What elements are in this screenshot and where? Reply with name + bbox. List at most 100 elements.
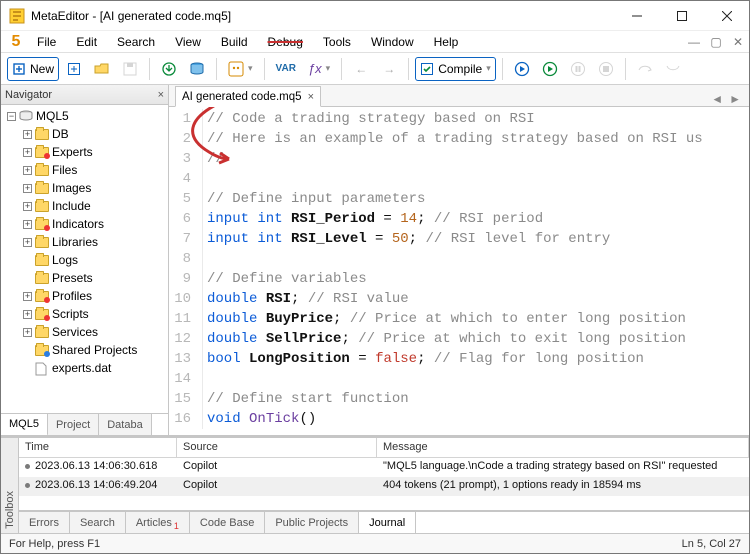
nav-tab-project[interactable]: Project (48, 414, 99, 435)
navigator-close-icon[interactable]: × (158, 89, 164, 101)
window-title: MetaEditor - [AI generated code.mq5] (31, 9, 614, 23)
tree-item[interactable]: +Services (3, 323, 168, 341)
menubar: 5 File Edit Search View Build Debug Tool… (1, 31, 749, 53)
fx-button[interactable]: ƒx▾ (303, 57, 335, 81)
tab-codebase[interactable]: Code Base (190, 512, 265, 533)
compile-label: Compile (438, 62, 482, 76)
table-header: Time Source Message (19, 438, 749, 458)
nav-tab-mql5[interactable]: MQL5 (1, 414, 48, 436)
tree-item[interactable]: +Profiles (3, 287, 168, 305)
journal-table: Time Source Message 2023.06.13 14:06:30.… (19, 438, 749, 511)
folder-icon (35, 183, 49, 194)
tab-errors[interactable]: Errors (19, 512, 70, 533)
tree-item[interactable]: +Include (3, 197, 168, 215)
storage-button[interactable] (184, 57, 210, 81)
close-button[interactable] (704, 1, 749, 30)
folder-icon (35, 291, 49, 302)
compile-button[interactable]: Compile ▾ (415, 57, 496, 81)
navigator-panel: Navigator × − MQL5 +DB +Experts +Files +… (1, 85, 169, 435)
editor-tabs: AI generated code.mq5 × ◄ ► (169, 85, 749, 107)
menu-window[interactable]: Window (361, 31, 424, 52)
status-bar: For Help, press F1 Ln 5, Col 27 (1, 533, 749, 553)
tree-item[interactable]: +Scripts (3, 305, 168, 323)
navigator-tree[interactable]: − MQL5 +DB +Experts +Files +Images +Incl… (1, 105, 168, 413)
minimize-button[interactable] (614, 1, 659, 30)
tree-item[interactable]: +DB (3, 125, 168, 143)
tree-item[interactable]: +Experts (3, 143, 168, 161)
tab-articles[interactable]: Articles1 (126, 512, 190, 533)
run-button[interactable] (537, 57, 563, 81)
navigator-header: Navigator × (1, 85, 168, 105)
folder-icon (35, 273, 49, 284)
tree-item[interactable]: +Libraries (3, 233, 168, 251)
table-row[interactable]: 2023.06.13 14:06:30.618 Copilot "MQL5 la… (19, 458, 749, 477)
tree-root-label: MQL5 (36, 109, 69, 123)
mdi-minimize-icon[interactable]: — (683, 31, 705, 52)
mdi-close-icon[interactable]: ✕ (727, 31, 749, 52)
menu-debug[interactable]: Debug (258, 31, 313, 52)
menu-search[interactable]: Search (107, 31, 165, 52)
menu-view[interactable]: View (165, 31, 211, 52)
menu-tools[interactable]: Tools (313, 31, 361, 52)
tree-item[interactable]: +Presets (3, 269, 168, 287)
menu-build[interactable]: Build (211, 31, 258, 52)
folder-icon (35, 147, 49, 158)
folder-icon (35, 237, 49, 248)
editor-panel: AI generated code.mq5 × ◄ ► 1// Code a tr… (169, 85, 749, 435)
menu-file[interactable]: File (27, 31, 66, 52)
tab-scroll-right-icon[interactable]: ► (729, 92, 741, 106)
debug-start-button[interactable] (509, 57, 535, 81)
nav-fwd-button[interactable]: → (376, 57, 402, 81)
step-over-button[interactable] (632, 57, 658, 81)
nav-tab-database[interactable]: Databa (99, 414, 151, 435)
code-editor[interactable]: 1// Code a trading strategy based on RSI… (169, 107, 749, 435)
col-time[interactable]: Time (19, 438, 177, 458)
editor-tab-label: AI generated code.mq5 (182, 91, 302, 103)
app-icon (9, 8, 25, 24)
tree-item[interactable]: +Indicators (3, 215, 168, 233)
tree-item[interactable]: +Logs (3, 251, 168, 269)
tree-item[interactable]: +Files (3, 161, 168, 179)
open-button[interactable] (89, 57, 115, 81)
folder-icon (35, 255, 49, 266)
tree-item[interactable]: +experts.dat (3, 359, 168, 377)
tab-public-projects[interactable]: Public Projects (265, 512, 359, 533)
editor-tab[interactable]: AI generated code.mq5 × (175, 86, 321, 107)
folder-icon (35, 165, 49, 176)
tree-root[interactable]: − MQL5 (3, 107, 168, 125)
file-icon (35, 362, 49, 374)
navigator-tabs: MQL5 Project Databa (1, 413, 168, 435)
tab-close-icon[interactable]: × (308, 91, 314, 103)
toolbox-handle[interactable]: Toolbox (1, 438, 19, 533)
bottom-panel: Toolbox Time Source Message 2023.06.13 1… (1, 435, 749, 533)
col-source[interactable]: Source (177, 438, 377, 458)
app-logo-icon: 5 (5, 31, 27, 52)
tab-scroll-left-icon[interactable]: ◄ (711, 92, 723, 106)
stop-button[interactable] (593, 57, 619, 81)
menu-edit[interactable]: Edit (66, 31, 107, 52)
new-plus-button[interactable] (61, 57, 87, 81)
folder-icon (35, 327, 49, 338)
save-button[interactable] (117, 57, 143, 81)
menu-help[interactable]: Help (424, 31, 469, 52)
new-button[interactable]: New (7, 57, 59, 81)
tab-journal[interactable]: Journal (359, 512, 416, 533)
download-button[interactable] (156, 57, 182, 81)
pause-button[interactable] (565, 57, 591, 81)
col-message[interactable]: Message (377, 438, 749, 458)
folder-icon (35, 129, 49, 140)
main-area: Navigator × − MQL5 +DB +Experts +Files +… (1, 85, 749, 435)
step-into-button[interactable] (660, 57, 686, 81)
nav-back-button[interactable]: ← (348, 57, 374, 81)
copilot-button[interactable]: ▾ (223, 57, 258, 81)
tree-item[interactable]: +Shared Projects (3, 341, 168, 359)
folder-icon (35, 201, 49, 212)
new-label: New (30, 62, 54, 76)
tab-search[interactable]: Search (70, 512, 126, 533)
var-button[interactable]: VAR (271, 57, 301, 81)
maximizeeutton[interactable] (659, 1, 704, 30)
table-row[interactable]: 2023.06.13 14:06:49.204 Copilot 404 toke… (19, 477, 749, 496)
tree-item[interactable]: +Images (3, 179, 168, 197)
mdi-restore-icon[interactable]: ▢ (705, 31, 727, 52)
toolbar: New ▾ VAR ƒx▾ ← → Compile ▾ (1, 53, 749, 85)
